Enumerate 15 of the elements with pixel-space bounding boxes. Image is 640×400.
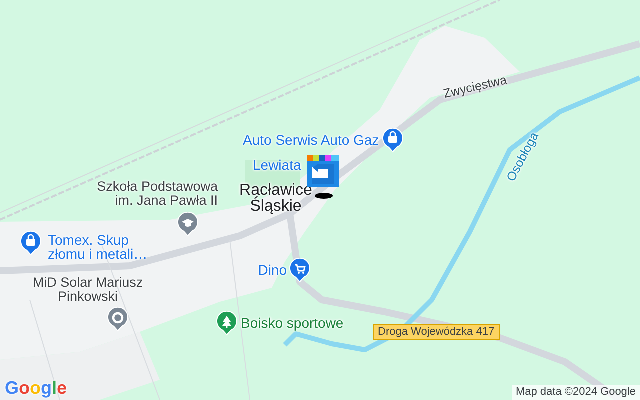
town-label: Racławice Śląskie (240, 183, 312, 215)
place-label[interactable]: MiD Solar Mariusz Pinkowski (32, 276, 144, 304)
place-label[interactable]: Tomex. Skup złomu i metali… (48, 233, 148, 261)
street-label: Zwycięstwa (442, 72, 508, 102)
place-label[interactable]: Dino (258, 263, 287, 277)
tree-icon[interactable] (216, 311, 238, 336)
map-attribution: Map data ©2024 Google (512, 385, 640, 400)
place-label[interactable]: Boisko sportowe (241, 316, 344, 330)
place-label[interactable]: Auto Serwis Auto Gaz (243, 133, 380, 147)
place-label[interactable]: Szkoła Podstawowa im. Jana Pawła II (97, 180, 218, 208)
road-number-label: Droga Wojewódzka 417 (373, 324, 500, 340)
google-logo: Google (5, 379, 68, 397)
shopping-cart-icon[interactable] (289, 258, 311, 283)
ring-icon[interactable] (107, 307, 129, 332)
graduation-cap-icon[interactable] (177, 212, 199, 237)
